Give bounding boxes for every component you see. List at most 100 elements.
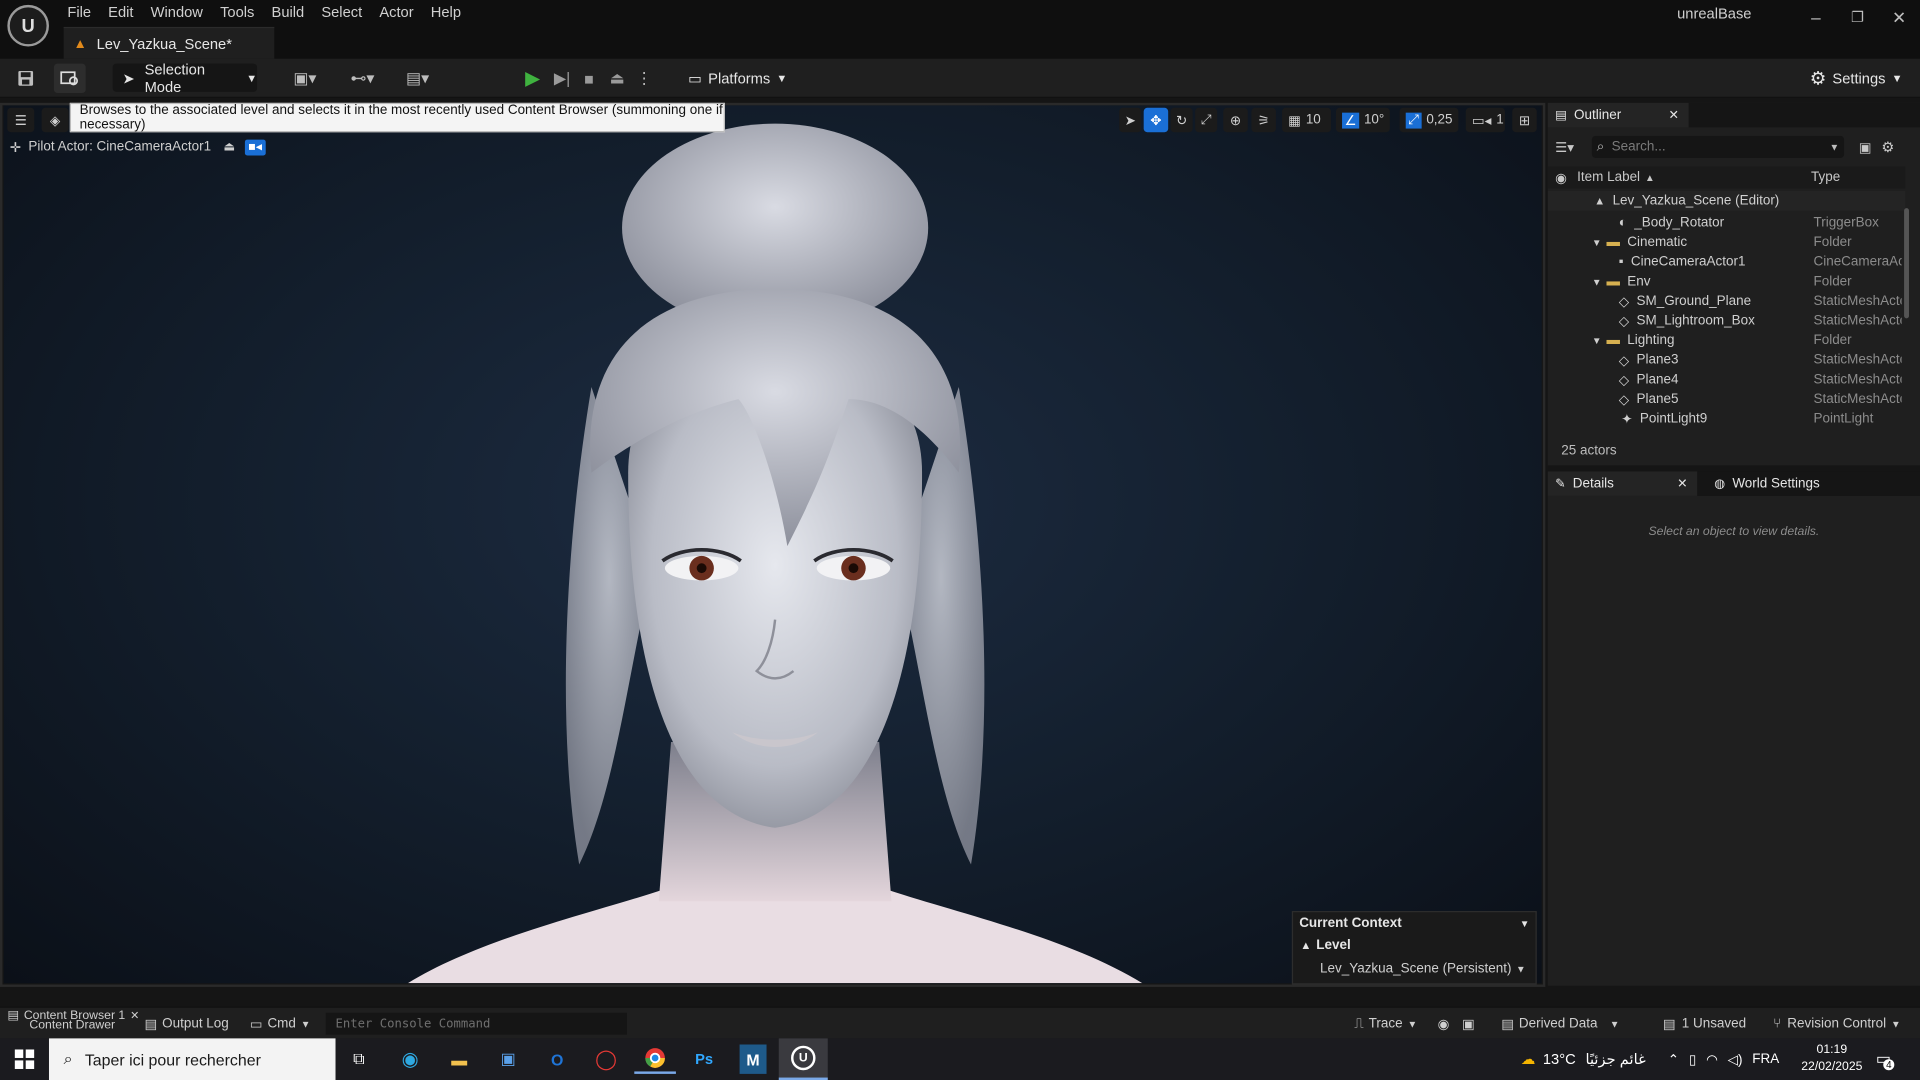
menu-file[interactable]: File xyxy=(59,0,100,24)
screenshot-icon[interactable]: ▣ xyxy=(1462,1013,1475,1035)
tree-row[interactable]: ◇ Plane3 StaticMeshActo xyxy=(1548,350,1906,370)
select-tool-icon[interactable]: ➤ xyxy=(1119,107,1142,133)
add-folder-icon[interactable]: ▣ xyxy=(1859,139,1872,155)
battery-icon[interactable]: ▯ xyxy=(1689,1051,1696,1067)
tree-row[interactable]: ▼ ▬ Cinematic Folder xyxy=(1548,233,1906,253)
clock[interactable]: 01:19 22/02/2025 xyxy=(1795,1042,1868,1076)
unreal-taskbar-icon[interactable]: U xyxy=(778,1038,828,1080)
tree-row[interactable]: ▼ ▬ Env Folder xyxy=(1548,272,1906,292)
more-options-icon[interactable]: ⋮ xyxy=(634,64,654,93)
tree-row[interactable]: ◇ SM_Lightroom_Box StaticMeshActo xyxy=(1548,311,1906,331)
tree-row[interactable]: ▼ ▬ Lighting Folder xyxy=(1548,331,1906,351)
perspective-icon[interactable]: ◈ xyxy=(41,107,69,133)
filter-icon[interactable]: ☰▾ xyxy=(1555,139,1592,155)
minimize-button[interactable]: – xyxy=(1795,0,1837,34)
close-icon[interactable]: ✕ xyxy=(130,1008,139,1021)
console-input[interactable]: Enter Console Command xyxy=(325,1012,627,1035)
task-view-icon[interactable]: ⧉ xyxy=(338,1044,380,1073)
notification-center[interactable]: ▭ 4 xyxy=(1876,1046,1903,1073)
record-icon[interactable]: ◉ xyxy=(1438,1013,1450,1035)
blueprint-icon[interactable]: ⊷▾ xyxy=(343,64,382,93)
move-tool-icon[interactable]: ✥ xyxy=(1143,107,1169,133)
tree-row[interactable]: ✦ PointLight9 PointLight xyxy=(1548,409,1906,429)
outliner-tab[interactable]: ▤ Outliner ✕ xyxy=(1547,102,1689,128)
menu-select[interactable]: Select xyxy=(313,0,371,24)
save-icon[interactable] xyxy=(12,64,39,93)
trace-dropdown[interactable]: ⎍ Trace ▼ xyxy=(1354,1013,1417,1035)
item-label-header[interactable]: Item Label xyxy=(1577,170,1640,185)
app-m-icon[interactable]: M xyxy=(739,1044,767,1074)
cinematics-icon[interactable]: ▤▾ xyxy=(399,64,436,93)
store-icon[interactable]: ▣ xyxy=(487,1044,529,1073)
browse-content-icon[interactable] xyxy=(53,63,86,94)
surface-snap-icon[interactable]: ⚞ xyxy=(1251,107,1276,133)
camera-view-icon[interactable]: ■◂ xyxy=(244,138,266,155)
chrome-icon[interactable] xyxy=(634,1044,676,1074)
tree-row[interactable]: ▲ Lev_Yazkua_Scene (Editor) xyxy=(1547,191,1906,211)
tray-overflow-icon[interactable]: ⌃ xyxy=(1668,1051,1679,1067)
cmd-dropdown[interactable]: ▭ Cmd ▼ xyxy=(250,1013,311,1035)
step-icon[interactable]: ▶| xyxy=(549,64,576,93)
tree-row[interactable]: ◇ Plane5 StaticMeshActo xyxy=(1548,389,1906,409)
taskbar-search[interactable]: ⌕ Taper ici pour rechercher xyxy=(48,1038,336,1080)
hamburger-menu-icon[interactable]: ☰ xyxy=(7,107,35,133)
type-header[interactable]: Type xyxy=(1811,170,1840,185)
unreal-logo[interactable]: U xyxy=(7,4,49,47)
menu-actor[interactable]: Actor xyxy=(371,0,422,24)
play-icon[interactable]: ▶ xyxy=(519,64,546,93)
platforms-dropdown[interactable]: ▭ Platforms ▼ xyxy=(681,64,791,92)
edge-icon[interactable]: ◉ xyxy=(389,1044,431,1073)
close-icon[interactable]: ✕ xyxy=(1669,108,1679,121)
details-tab[interactable]: ✎ Details ✕ xyxy=(1547,471,1698,496)
menu-window[interactable]: Window xyxy=(142,0,211,24)
grid-snap-toggle[interactable]: ▦ 10 xyxy=(1282,107,1332,133)
outlook-icon[interactable]: O xyxy=(536,1044,578,1073)
menu-build[interactable]: Build xyxy=(263,0,313,24)
content-drawer-button[interactable]: Content Drawer xyxy=(29,1018,115,1033)
photoshop-icon[interactable]: Ps xyxy=(683,1044,725,1073)
document-tab[interactable]: ▲ Lev_Yazkua_Scene* xyxy=(63,26,275,59)
tree-row[interactable]: ▪ CineCameraActor1 CineCameraAc xyxy=(1548,252,1906,272)
file-explorer-icon[interactable]: ▬ xyxy=(438,1044,480,1073)
eject-icon[interactable]: ⏏ xyxy=(605,64,629,93)
unsaved-button[interactable]: ▤ 1 Unsaved xyxy=(1663,1013,1746,1035)
close-icon[interactable]: ✕ xyxy=(1677,477,1687,490)
outliner-search-input[interactable]: ⌕ Search... ▼ xyxy=(1591,135,1845,158)
language-indicator[interactable]: FRA xyxy=(1752,1052,1779,1067)
selection-mode-dropdown[interactable]: ➤ Selection Mode ▼ xyxy=(112,61,258,95)
menu-help[interactable]: Help xyxy=(422,0,469,24)
rotate-tool-icon[interactable]: ↻ xyxy=(1170,107,1193,133)
visibility-icon[interactable]: ◉ xyxy=(1555,170,1577,186)
viewport-layout-icon[interactable]: ⊞ xyxy=(1512,107,1537,133)
stop-icon[interactable]: ■ xyxy=(578,64,600,93)
expand-icon[interactable]: ▼ xyxy=(1592,237,1602,248)
outliner-scrollbar[interactable] xyxy=(1904,208,1909,319)
wifi-icon[interactable]: ◠ xyxy=(1706,1051,1718,1067)
scale-tool-icon[interactable]: ⤢ xyxy=(1195,107,1218,133)
add-actor-icon[interactable]: ▣▾ xyxy=(287,64,324,93)
menu-tools[interactable]: Tools xyxy=(211,0,262,24)
revision-control-dropdown[interactable]: ⑂ Revision Control ▼ xyxy=(1773,1013,1901,1035)
expand-icon[interactable]: ▼ xyxy=(1592,276,1602,287)
menu-edit[interactable]: Edit xyxy=(100,0,142,24)
output-log-button[interactable]: ▤ Output Log xyxy=(144,1013,228,1035)
restore-button[interactable]: ❐ xyxy=(1837,0,1879,34)
scale-snap-toggle[interactable]: ⤢ 0,25 xyxy=(1399,107,1459,133)
eject-pilot-icon[interactable]: ⏏ xyxy=(223,140,235,153)
world-space-icon[interactable]: ⊕ xyxy=(1223,107,1248,133)
level-viewport[interactable] xyxy=(3,105,1542,984)
expand-icon[interactable]: ▼ xyxy=(1592,335,1602,346)
camera-speed-toggle[interactable]: ▭◂ 1 xyxy=(1465,107,1505,133)
derived-data-dropdown[interactable]: ▤ Derived Data ▼ xyxy=(1501,1013,1619,1035)
close-button[interactable]: ✕ xyxy=(1878,0,1920,34)
level-selector[interactable]: Lev_Yazkua_Scene (Persistent) ▼ xyxy=(1293,956,1535,980)
tree-row[interactable]: ◇ Plane4 StaticMeshActo xyxy=(1548,370,1906,390)
settings-dropdown[interactable]: ⚙ Settings ▼ xyxy=(1810,64,1908,92)
world-settings-tab[interactable]: ◍ World Settings xyxy=(1707,471,1854,495)
windows-start-icon[interactable] xyxy=(5,1044,44,1073)
rotation-snap-toggle[interactable]: ∠ 10° xyxy=(1335,107,1390,133)
weather-widget[interactable]: ☁ 13°C غائم جزئيًا xyxy=(1521,1048,1646,1070)
opera-icon[interactable]: ◯ xyxy=(585,1044,627,1073)
volume-icon[interactable]: ◁) xyxy=(1728,1051,1743,1067)
chevron-down-icon[interactable]: ▼ xyxy=(1520,918,1530,929)
